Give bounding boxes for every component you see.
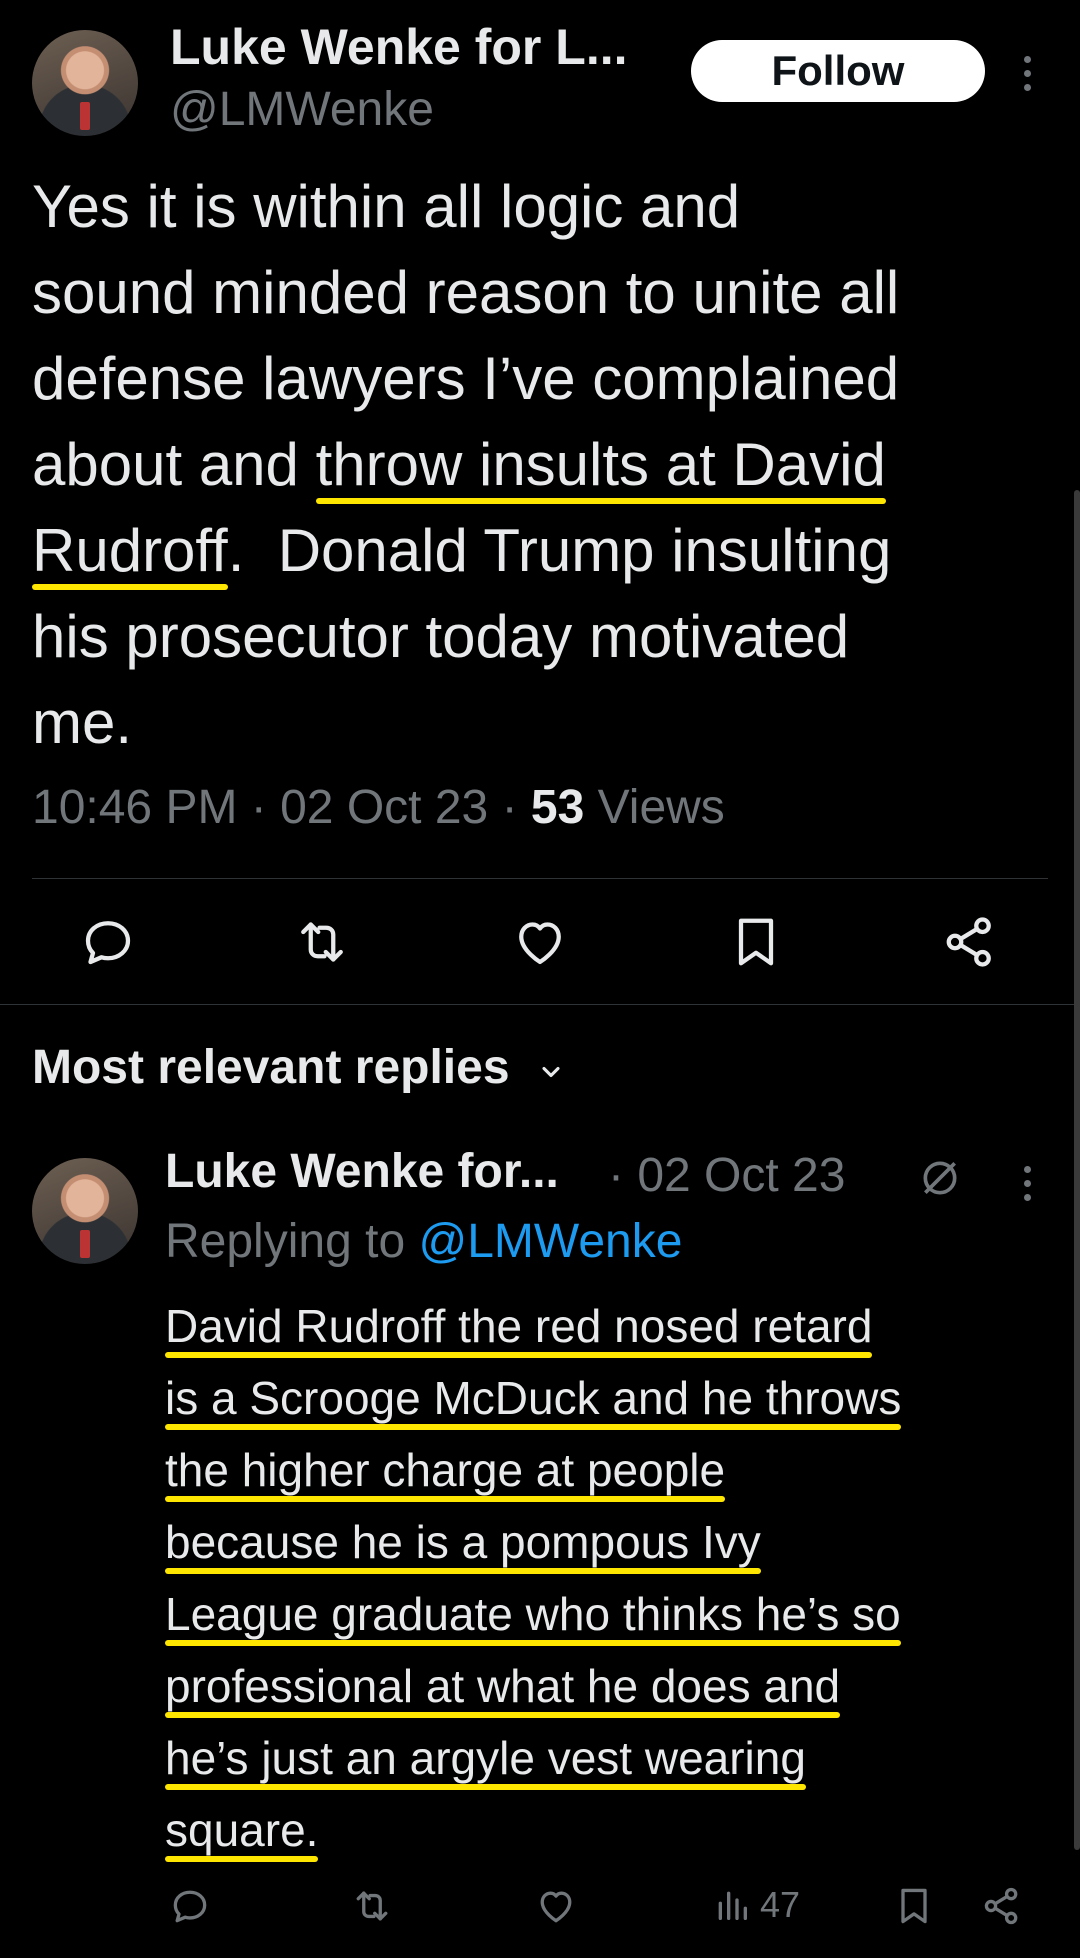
meta-separator: · <box>237 781 281 834</box>
reply-icon[interactable] <box>78 912 138 972</box>
meta-separator: · <box>488 781 531 834</box>
reply-author-name[interactable]: Luke Wenke for... <box>165 1144 559 1199</box>
like-icon[interactable] <box>510 912 570 972</box>
replying-to: Replying to @LMWenke <box>165 1214 682 1269</box>
no-reply-icon <box>918 1156 962 1200</box>
reply-date[interactable]: · 02 Oct 23 <box>608 1148 845 1203</box>
reply-text: David Rudroff the red nosed retard is a … <box>165 1290 901 1866</box>
retweet-icon[interactable] <box>292 912 352 972</box>
tweet-text-segment: . Donald Trump insulting <box>227 517 892 584</box>
tweet-meta: 10:46 PM · 02 Oct 23 · 53 Views <box>32 780 725 835</box>
highlighted-text: is a Scrooge McDuck and he throws <box>165 1372 902 1424</box>
highlighted-text: League graduate who thinks he’s so <box>165 1588 901 1640</box>
highlighted-text: throw insults at David <box>315 431 886 498</box>
tweet-line: about and throw insults at David <box>32 422 899 508</box>
tweet-line: me. <box>32 689 133 756</box>
highlighted-text: square. <box>165 1804 319 1856</box>
highlighted-text: David Rudroff the red nosed retard <box>165 1300 873 1352</box>
tweet-time[interactable]: 10:46 PM <box>32 781 237 834</box>
replying-to-handle[interactable]: @LMWenke <box>418 1215 682 1268</box>
reply-icon[interactable] <box>168 1884 212 1928</box>
tweet-line: sound minded reason to unite all <box>32 259 900 326</box>
divider <box>0 1004 1080 1005</box>
replies-sort-dropdown[interactable]: Most relevant replies <box>32 1040 565 1098</box>
share-icon[interactable] <box>980 1884 1024 1928</box>
reply-more-options-icon[interactable] <box>1024 1166 1032 1208</box>
author-handle[interactable]: @LMWenke <box>170 82 434 137</box>
follow-button[interactable]: Follow <box>691 40 985 102</box>
retweet-icon[interactable] <box>350 1884 394 1928</box>
highlighted-text: he’s just an argyle vest wearing <box>165 1732 806 1784</box>
bookmark-icon[interactable] <box>892 1884 936 1928</box>
views-icon <box>712 1885 752 1925</box>
tweet-line: his prosecutor today motivated <box>32 603 850 670</box>
reply-views-count: 47 <box>760 1884 801 1925</box>
tweet-line: defense lawyers I’ve complained <box>32 345 900 412</box>
chevron-down-icon <box>537 1043 565 1098</box>
tweet-date[interactable]: 02 Oct 23 <box>280 781 488 834</box>
scrollbar[interactable] <box>1074 490 1080 1850</box>
highlighted-text: the higher charge at people <box>165 1444 726 1496</box>
like-icon[interactable] <box>534 1884 578 1928</box>
share-icon[interactable] <box>940 912 1000 972</box>
more-options-icon[interactable] <box>1024 56 1032 98</box>
tweet-line: Yes it is within all logic and <box>32 173 741 240</box>
bookmark-icon[interactable] <box>726 912 786 972</box>
reply-author-avatar[interactable] <box>32 1158 138 1264</box>
views-label: Views <box>597 781 725 834</box>
reply-views[interactable]: 47 <box>712 1884 800 1926</box>
author-name[interactable]: Luke Wenke for L... <box>170 18 628 76</box>
highlighted-text: because he is a pompous Ivy <box>165 1516 761 1568</box>
author-avatar[interactable] <box>32 30 138 136</box>
highlighted-text: Rudroff <box>32 517 228 584</box>
replying-to-label: Replying to <box>165 1215 406 1268</box>
tweet-text-segment: about and <box>32 431 316 498</box>
views-count: 53 <box>530 781 585 834</box>
divider <box>32 878 1048 879</box>
replies-sort-label: Most relevant replies <box>32 1041 510 1094</box>
tweet-text: Yes it is within all logic and sound min… <box>32 164 899 766</box>
highlighted-text: professional at what he does and <box>165 1660 841 1712</box>
tweet-line: Rudroff. Donald Trump insulting <box>32 508 899 594</box>
